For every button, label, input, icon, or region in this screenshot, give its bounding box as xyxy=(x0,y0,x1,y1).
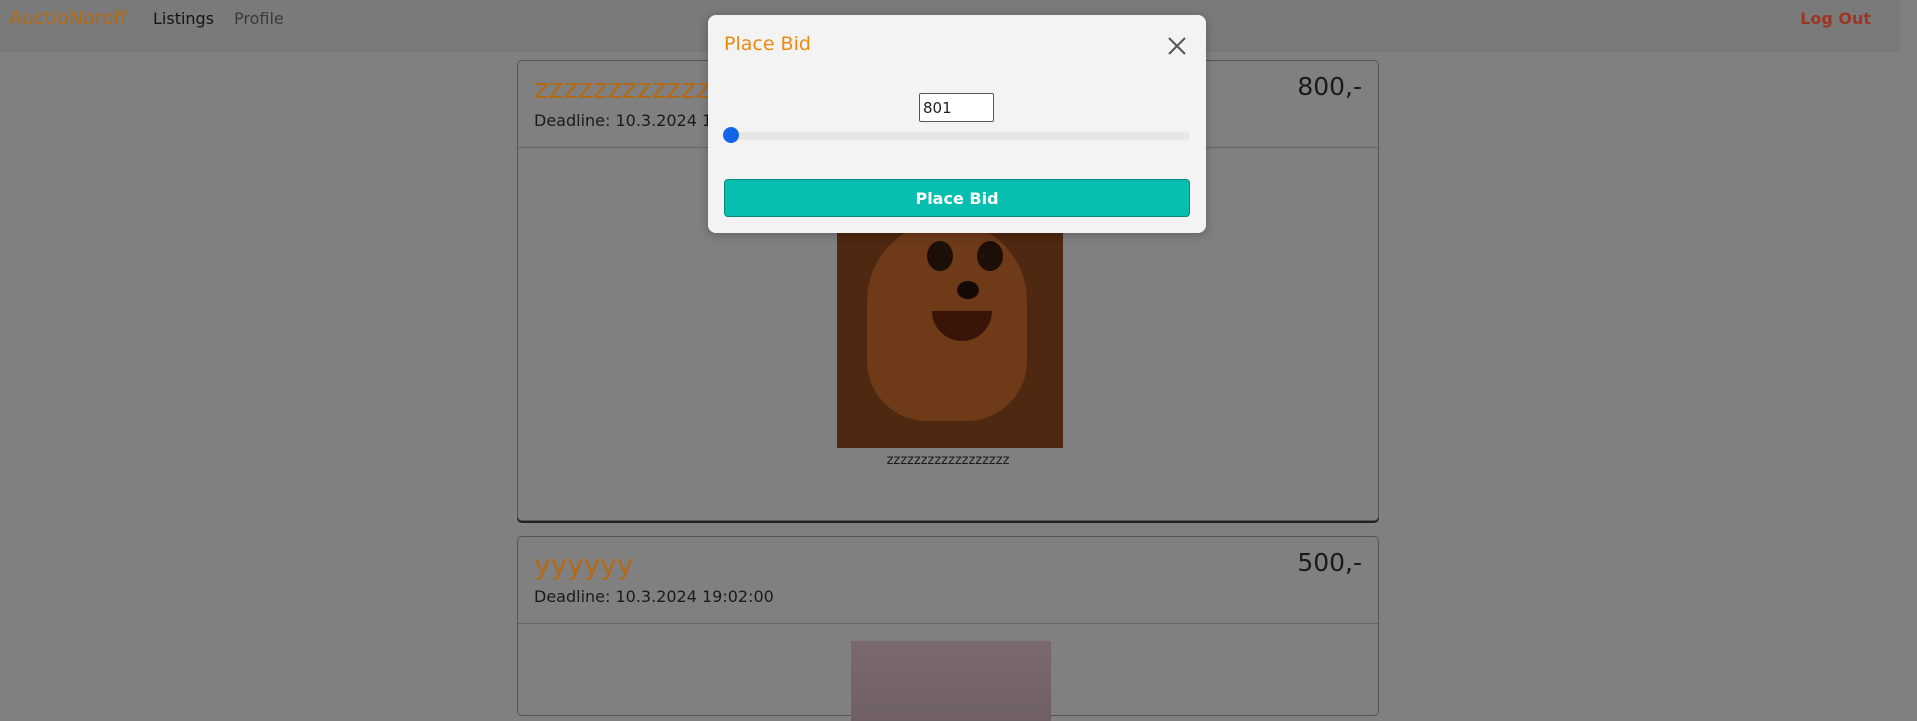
listing-image-caption: zzzzzzzzzzzzzzzzzz xyxy=(886,453,1010,468)
place-bid-button[interactable]: Place Bid xyxy=(724,179,1190,217)
listing-card: yyyyyy Deadline: 10.3.2024 19:02:00 500,… xyxy=(517,536,1379,721)
listing-title[interactable]: yyyyyy xyxy=(534,548,633,581)
listing-image-shape xyxy=(977,241,1003,271)
listing-image-shape xyxy=(927,241,953,271)
listing-deadline: Deadline: 10.3.2024 12: xyxy=(534,111,716,130)
listing-price: 500,- xyxy=(1297,548,1362,577)
close-icon-graphic xyxy=(1168,37,1186,55)
listing-image[interactable] xyxy=(851,641,1051,721)
listing-deadline: Deadline: 10.3.2024 19:02:00 xyxy=(534,587,774,606)
place-bid-modal: Place Bid Place Bid xyxy=(708,15,1206,233)
bid-slider[interactable] xyxy=(724,132,1190,140)
bid-amount-input[interactable] xyxy=(919,93,994,122)
logout-link[interactable]: Log Out xyxy=(1800,9,1871,28)
close-icon[interactable] xyxy=(1164,33,1190,59)
nav-profile-link[interactable]: Profile xyxy=(234,9,284,28)
bid-slider-thumb[interactable] xyxy=(723,127,739,143)
listing-card-header: yyyyyy Deadline: 10.3.2024 19:02:00 500,… xyxy=(518,537,1378,624)
brand-logo[interactable]: AuctioNoroff xyxy=(9,7,127,29)
listing-image-shape xyxy=(957,281,979,299)
nav-listings-link[interactable]: Listings xyxy=(153,9,214,28)
listing-title[interactable]: zzzzzzzzzzzzzzzzzz xyxy=(534,72,714,105)
listing-price: 800,- xyxy=(1297,72,1362,101)
modal-title: Place Bid xyxy=(724,33,811,55)
listing-image[interactable] xyxy=(837,201,1063,448)
